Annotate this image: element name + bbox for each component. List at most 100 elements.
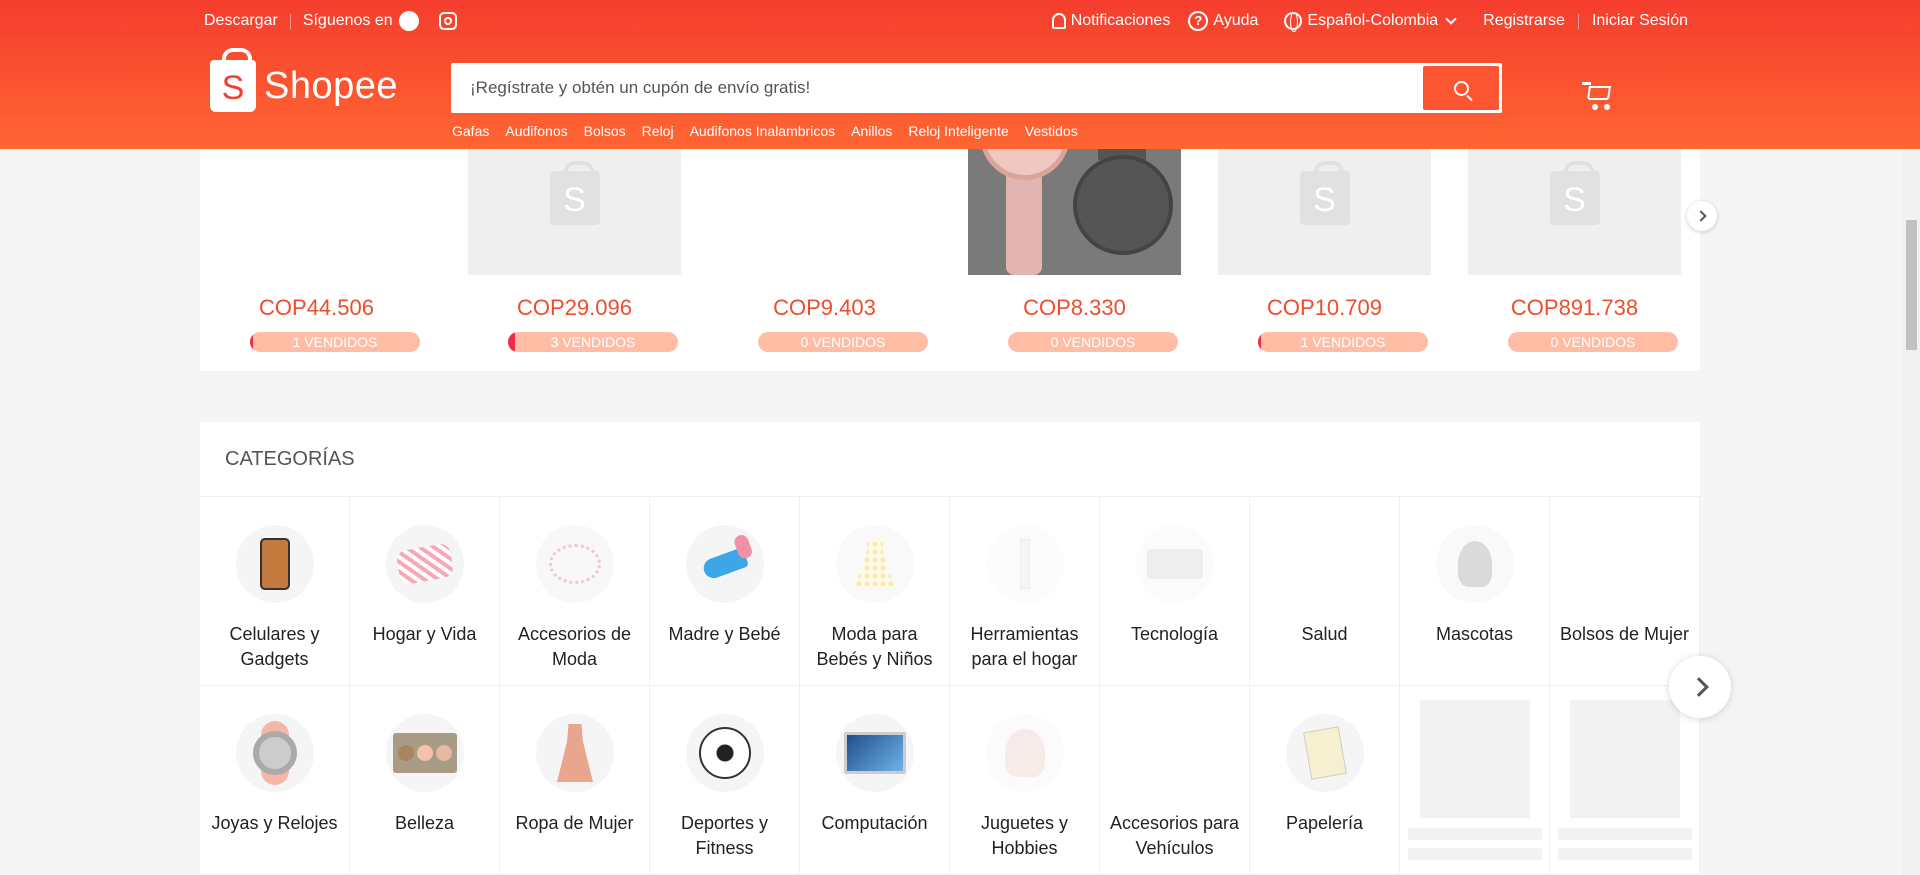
sold-progress-bar: 0 VENDIDOS [1508, 332, 1678, 352]
category-item[interactable]: Papelería [1250, 686, 1400, 875]
keyword-link[interactable]: Audifonos Inalambricos [690, 123, 836, 139]
categories-title: CATEGORÍAS [200, 422, 1700, 497]
sold-count: 1 VENDIDOS [292, 334, 378, 350]
category-item[interactable]: Deportes y Fitness [650, 686, 800, 875]
chevron-down-icon [1445, 13, 1457, 25]
topbar-right: Notificaciones ? Ayuda Español-Colombia … [1034, 11, 1688, 32]
category-label: Belleza [394, 813, 455, 833]
category-item[interactable]: Ropa de Mujer [500, 686, 650, 875]
category-label: Hogar y Vida [372, 624, 477, 644]
product-price: COP9.403 [773, 295, 876, 320]
sold-count: 3 VENDIDOS [550, 334, 636, 350]
category-label: Moda para Bebés y Niños [816, 624, 933, 669]
sold-count: 1 VENDIDOS [1300, 334, 1386, 350]
image-placeholder-icon: S [1299, 160, 1350, 225]
help-link[interactable]: ? Ayuda [1188, 11, 1258, 31]
category-item[interactable]: Celulares y Gadgets [200, 497, 350, 686]
monitor-icon [836, 714, 914, 792]
category-loading-skeleton [1400, 686, 1550, 875]
download-link[interactable]: Descargar [204, 12, 278, 30]
help-icon: ? [1188, 11, 1209, 31]
category-item[interactable]: Herramientas para el hogar [950, 497, 1100, 686]
category-item[interactable]: Accesorios de Moda [500, 497, 650, 686]
shopee-logo[interactable]: S Shopee [210, 48, 399, 112]
doll-icon [986, 714, 1064, 792]
sold-progress-bar: 3 VENDIDOS [508, 332, 678, 352]
handbag-icon [1586, 525, 1664, 603]
top-navbar: Descargar Síguenos en f Notificaciones ?… [204, 0, 1688, 42]
keyword-link[interactable]: Bolsos [584, 123, 626, 139]
search-button[interactable] [1423, 66, 1499, 110]
keyword-link[interactable]: Vestidos [1025, 123, 1078, 139]
car-icon [1136, 714, 1214, 792]
category-item[interactable]: Madre y Bebé [650, 497, 800, 686]
category-label: Salud [1301, 624, 1348, 644]
category-label: Tecnología [1130, 624, 1219, 644]
image-placeholder-icon: S [1549, 160, 1600, 225]
category-item[interactable]: Bolsos de Mujer [1550, 497, 1700, 686]
keyword-link[interactable]: Anillos [851, 123, 892, 139]
login-link[interactable]: Iniciar Sesión [1592, 12, 1688, 30]
category-label: Herramientas para el hogar [970, 624, 1079, 669]
sold-progress-fill [508, 332, 515, 352]
facebook-icon[interactable]: f [398, 11, 419, 31]
search-input[interactable] [454, 66, 1423, 110]
sold-progress-bar: 1 VENDIDOS [250, 332, 420, 352]
scrollbar-thumb[interactable] [1906, 220, 1917, 350]
category-label: Mascotas [1435, 624, 1514, 644]
product-price: COP29.096 [517, 295, 632, 320]
category-item[interactable]: Accesorios para Vehículos [1100, 686, 1250, 875]
phone-icon [236, 525, 314, 603]
notifications-label: Notificaciones [1070, 12, 1171, 29]
category-item[interactable]: Mascotas [1400, 497, 1550, 686]
category-label: Juguetes y Hobbies [980, 813, 1069, 858]
topbar-left: Descargar Síguenos en f [204, 11, 457, 31]
instagram-icon[interactable] [438, 12, 457, 30]
sold-count: 0 VENDIDOS [800, 334, 886, 350]
divider [1577, 13, 1579, 29]
register-link[interactable]: Registrarse [1483, 12, 1565, 30]
category-label: Madre y Bebé [668, 624, 781, 644]
category-item[interactable]: Computación [800, 686, 950, 875]
sold-count: 0 VENDIDOS [1550, 334, 1636, 350]
watch-icon [236, 714, 314, 792]
flash-sale-next-button[interactable] [1687, 201, 1717, 231]
keyword-link[interactable]: Reloj Inteligente [908, 123, 1008, 139]
help-label: Ayuda [1213, 12, 1259, 29]
search-keywords: Gafas Audifonos Bolsos Reloj Audifonos I… [452, 123, 1078, 139]
product-price: COP891.738 [1510, 295, 1639, 320]
category-label: Celulares y Gadgets [229, 624, 320, 669]
image-placeholder-icon: S [549, 160, 600, 225]
site-header: Descargar Síguenos en f Notificaciones ?… [0, 0, 1920, 149]
bracelet-icon [536, 525, 614, 603]
category-loading-skeleton [1550, 686, 1700, 875]
categories-next-button[interactable] [1669, 656, 1731, 718]
category-item[interactable]: Salud [1250, 497, 1400, 686]
category-item[interactable]: Hogar y Vida [350, 497, 500, 686]
divider [289, 13, 291, 29]
notifications-link[interactable]: Notificaciones [1051, 12, 1171, 30]
logo-text: Shopee [264, 64, 399, 107]
category-label: Ropa de Mujer [515, 813, 634, 833]
keyword-link[interactable]: Audifonos [505, 123, 567, 139]
chevron-right-icon [1694, 210, 1707, 222]
language-selector[interactable]: Español-Colombia [1284, 12, 1459, 32]
cat-icon [1436, 525, 1514, 603]
keyword-link[interactable]: Gafas [452, 123, 489, 139]
category-item[interactable]: Joyas y Relojes [200, 686, 350, 875]
category-item[interactable]: Tecnología [1100, 497, 1250, 686]
pillow-icon [386, 525, 464, 603]
flash-sale-section: COP44.506 1 VENDIDOS S COP29.096 3 VENDIDOS C… [200, 120, 1700, 371]
product-price: COP10.709 [1267, 295, 1382, 320]
keyword-link[interactable]: Reloj [642, 123, 674, 139]
category-item[interactable]: Juguetes y Hobbies [950, 686, 1100, 875]
category-label: Bolsos de Mujer [1559, 624, 1690, 644]
category-label: Deportes y Fitness [680, 813, 769, 858]
soccer-ball-icon [686, 714, 764, 792]
category-item[interactable]: Moda para Bebés y Niños [800, 497, 950, 686]
cart-icon[interactable] [1582, 82, 1614, 110]
baby-bottle-icon [686, 525, 764, 603]
category-item[interactable]: Belleza [350, 686, 500, 875]
sold-progress-bar: 0 VENDIDOS [1008, 332, 1178, 352]
bell-icon [1051, 13, 1066, 29]
